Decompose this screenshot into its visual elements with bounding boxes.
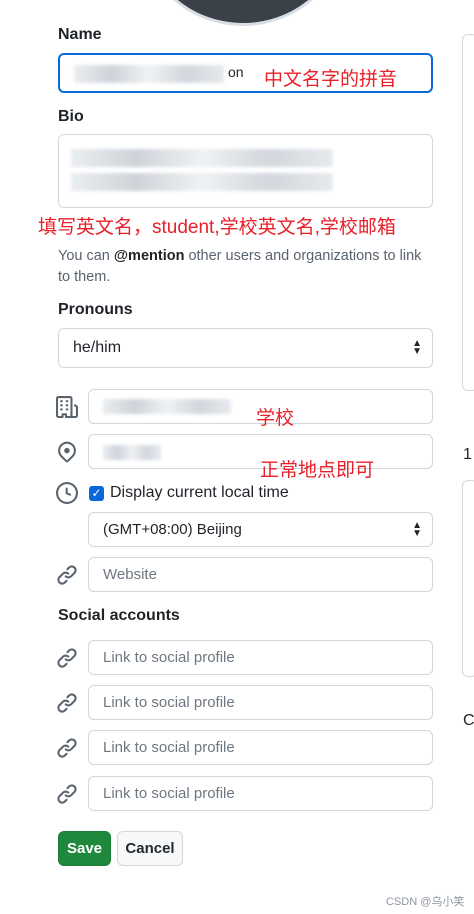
- redacted-text: [71, 173, 333, 191]
- right-edge-text: C: [463, 712, 474, 729]
- mention-keyword: @mention: [113, 248, 185, 264]
- timezone-value: (GMT+08:00) Beijing: [103, 521, 242, 538]
- social-link-placeholder: Link to social profile: [103, 649, 235, 666]
- name-label: Name: [58, 26, 102, 43]
- right-panel-edge: [462, 34, 474, 391]
- social-accounts-label: Social accounts: [58, 607, 180, 624]
- social-link-placeholder: Link to social profile: [103, 785, 235, 802]
- website-placeholder: Website: [103, 566, 157, 583]
- link-icon: [56, 692, 78, 714]
- redacted-text: [71, 149, 333, 167]
- annotation-name: 中文名字的拼音: [264, 69, 398, 90]
- right-edge-text: 1: [463, 446, 472, 463]
- annotation-company: 学校: [256, 408, 295, 429]
- location-pin-icon: [56, 441, 78, 463]
- annotation-location: 正常地点即可: [260, 460, 375, 481]
- annotation-bio: 填写英文名，student,学校英文名,学校邮箱: [38, 217, 396, 238]
- redacted-text: [74, 65, 224, 83]
- save-button[interactable]: Save: [58, 831, 111, 866]
- redacted-text: [103, 399, 231, 414]
- redacted-text: [103, 445, 161, 460]
- cancel-button[interactable]: Cancel: [117, 831, 183, 866]
- link-icon: [56, 783, 78, 805]
- pronouns-value: he/him: [73, 339, 122, 356]
- local-time-label: Display current local time: [110, 484, 289, 501]
- social-link-placeholder: Link to social profile: [103, 694, 235, 711]
- bio-textarea[interactable]: [58, 134, 433, 208]
- organization-icon: [56, 396, 78, 418]
- social-link-input-3[interactable]: Link to social profile: [88, 730, 433, 765]
- timezone-select[interactable]: (GMT+08:00) Beijing ▲ ▼: [88, 512, 433, 547]
- select-arrows-icon: ▲ ▼: [412, 338, 422, 357]
- right-panel-edge: [462, 480, 474, 677]
- bio-helper-text: You can @mention other users and organiz…: [58, 248, 422, 285]
- link-icon: [56, 737, 78, 759]
- avatar: [140, 0, 346, 26]
- local-time-checkbox[interactable]: ✓: [89, 486, 104, 501]
- link-icon: [56, 564, 78, 586]
- social-link-input-4[interactable]: Link to social profile: [88, 776, 433, 811]
- link-icon: [56, 647, 78, 669]
- watermark: CSDN @乌小笑: [386, 896, 465, 908]
- pronouns-label: Pronouns: [58, 301, 133, 318]
- social-link-input-2[interactable]: Link to social profile: [88, 685, 433, 720]
- clock-icon: [56, 482, 78, 504]
- name-value: on: [228, 64, 244, 80]
- pronouns-select[interactable]: he/him ▲ ▼: [58, 328, 433, 368]
- social-link-input-1[interactable]: Link to social profile: [88, 640, 433, 675]
- select-arrows-icon: ▲ ▼: [412, 519, 422, 539]
- website-input[interactable]: Website: [88, 557, 433, 592]
- social-link-placeholder: Link to social profile: [103, 739, 235, 756]
- bio-label: Bio: [58, 108, 84, 125]
